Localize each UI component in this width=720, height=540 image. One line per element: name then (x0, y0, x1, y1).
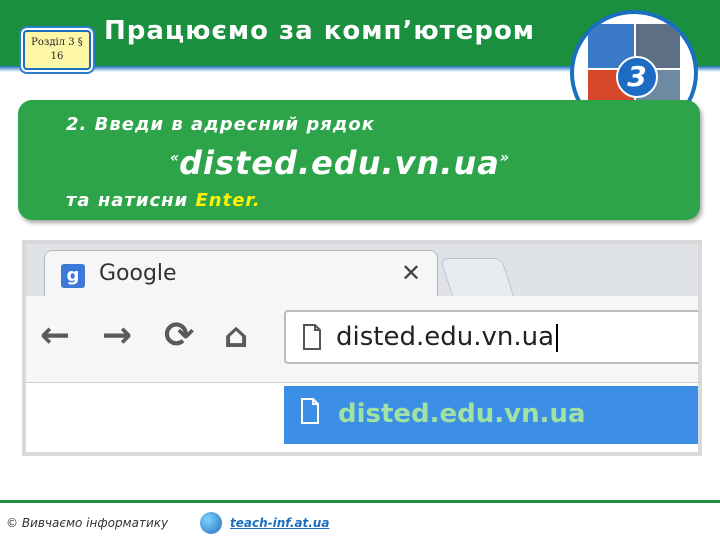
autocomplete-suggestion[interactable]: disted.edu.vn.ua (284, 386, 698, 444)
footer-link[interactable]: teach-inf.at.ua (230, 516, 329, 530)
arrow-left-icon[interactable]: ← (40, 318, 70, 354)
suggestion-text: disted.edu.vn.ua (338, 399, 586, 429)
instruction-url: disted.edu.vn.ua (179, 144, 500, 182)
text-caret (556, 323, 559, 352)
address-bar[interactable]: disted.edu.vn.ua (284, 310, 698, 364)
globe-icon (200, 512, 222, 534)
address-bar-text[interactable]: disted.edu.vn.ua (336, 322, 559, 352)
browser-window: g Google ✕ ← → ⟳ ⌂ disted.edu.vn.ua dist… (22, 240, 702, 456)
browser-toolbar: ← → ⟳ ⌂ disted.edu.vn.ua (26, 296, 698, 383)
section-badge: Розділ 3 § 16 (23, 30, 91, 70)
quote-close: » (499, 150, 509, 166)
enter-key-word: Enter. (195, 190, 261, 211)
instruction-enter-line: та натисни Enter. (66, 190, 261, 211)
footer-copyright: © Вивчаємо інформатику (6, 516, 169, 530)
page-icon (301, 398, 319, 424)
enter-prefix: та натисни (66, 190, 189, 211)
arrow-right-icon[interactable]: → (102, 318, 132, 354)
close-icon[interactable]: ✕ (401, 259, 421, 287)
quote-open: « (170, 150, 180, 166)
grade-number: 3 (616, 56, 658, 98)
page-title: Працюємо за комп’ютером (104, 16, 536, 46)
tab-strip: g Google ✕ (26, 244, 698, 299)
home-icon[interactable]: ⌂ (224, 318, 248, 354)
address-value: disted.edu.vn.ua (336, 322, 555, 352)
page-icon (303, 324, 321, 350)
reload-icon[interactable]: ⟳ (164, 318, 194, 354)
new-tab-button[interactable] (439, 258, 515, 297)
instruction-url-line: «disted.edu.vn.ua» (170, 144, 509, 182)
instruction-box: 2. Введи в адресний рядок «disted.edu.vn… (18, 100, 700, 220)
instruction-step: 2. Введи в адресний рядок (66, 114, 375, 135)
tab-title: Google (99, 261, 177, 286)
footer-divider (0, 500, 720, 503)
g-icon: g (61, 264, 85, 288)
tab-google[interactable]: g Google ✕ (44, 250, 438, 299)
